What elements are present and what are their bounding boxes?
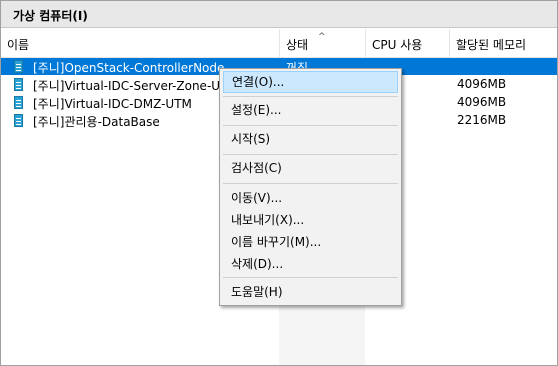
menu-separator [223,183,398,184]
column-header-name-label: 이름 [7,38,30,52]
vm-memory: 4096MB [457,95,507,109]
column-header-cpu[interactable]: CPU 사용 [365,29,449,57]
vm-name: [주니]Virtual-IDC-DMZ-UTM [33,97,192,111]
menu-item-checkpoint[interactable]: 검사점(C) [223,157,398,179]
menu-item-move[interactable]: 이동(V)... [223,187,398,209]
menu-separator [223,154,398,155]
menu-item-connect[interactable]: 연결(O)... [223,71,398,93]
panel-title: 가상 컴퓨터(I) [13,9,88,23]
virtual-machine-icon [14,114,23,127]
vm-memory: 2216MB [457,113,507,127]
vm-name: [주니]OpenStack-ControllerNode [33,61,225,75]
menu-separator [223,96,398,97]
menu-separator [223,277,398,278]
virtual-machine-icon [14,96,23,109]
menu-item-start[interactable]: 시작(S) [223,128,398,150]
vm-memory: 4096MB [457,77,507,91]
column-header-memory-label: 할당된 메모리 [456,38,527,52]
column-header-memory[interactable]: 할당된 메모리 [449,29,557,57]
menu-item-export[interactable]: 내보내기(X)... [223,209,398,231]
vm-name: [주니]관리용-DataBase [33,115,160,129]
column-header-row: 이름 상태 ^ CPU 사용 할당된 메모리 [1,29,557,58]
menu-separator [223,125,398,126]
column-header-cpu-label: CPU 사용 [372,38,423,52]
virtual-machine-icon [14,60,23,73]
column-header-name[interactable]: 이름 [1,29,279,57]
sort-ascending-icon: ^ [318,32,326,42]
panel-header: 가상 컴퓨터(I) [1,1,557,28]
menu-item-help[interactable]: 도움말(H) [223,281,398,303]
virtual-machine-icon [14,78,23,91]
context-menu: 연결(O)... 설정(E)... 시작(S) 검사점(C) 이동(V)... … [219,68,402,306]
vm-name: [주니]Virtual-IDC-Server-Zone-U [33,79,221,93]
virtual-machines-panel: 가상 컴퓨터(I) 이름 상태 ^ CPU 사용 할당된 메모리 [주니]Ope… [0,0,558,366]
column-header-state-label: 상태 [286,38,309,52]
menu-item-settings[interactable]: 설정(E)... [223,99,398,121]
menu-item-rename[interactable]: 이름 바꾸기(M)... [223,231,398,253]
menu-item-delete[interactable]: 삭제(D)... [223,253,398,275]
